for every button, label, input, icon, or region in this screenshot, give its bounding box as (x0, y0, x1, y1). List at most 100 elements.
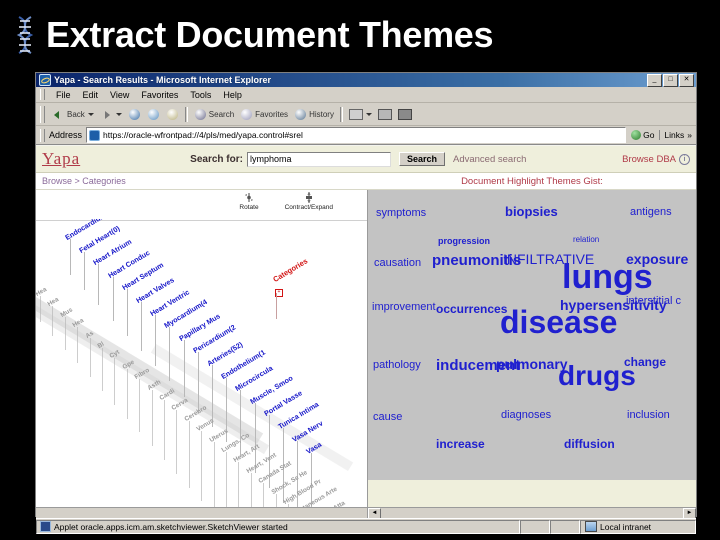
browse-dba-link[interactable]: Browse DBA i (622, 153, 690, 165)
menu-item-favorites[interactable]: Favorites (135, 90, 184, 100)
menu-item-edit[interactable]: Edit (77, 90, 105, 100)
browser-toolbar: Back Search Favorites History (36, 103, 696, 126)
favorites-button[interactable]: Favorites (237, 107, 291, 122)
scroll-left-button[interactable]: ◄ (368, 508, 381, 518)
theme-word[interactable]: improvement (372, 302, 436, 313)
applet-toolbar: Rotate Contract/Expand (36, 190, 367, 221)
theme-word[interactable]: lungs (562, 260, 653, 294)
close-button[interactable]: ✕ (679, 73, 694, 87)
theme-word[interactable]: symptoms (376, 208, 426, 219)
security-zone: Local intranet (580, 519, 696, 534)
mail-button[interactable] (346, 106, 375, 123)
theme-word[interactable]: disease (500, 306, 617, 338)
print-button[interactable] (375, 106, 395, 123)
network-zone-icon (585, 521, 597, 532)
yapa-logo[interactable]: Yapa (42, 149, 80, 169)
menu-grip[interactable] (40, 89, 45, 100)
scroll-right-button[interactable]: ► (683, 508, 696, 518)
search-icon (194, 108, 206, 120)
yapa-header: Yapa Search for: lymphoma Search Advance… (36, 146, 696, 173)
sketch-node-stick (102, 348, 103, 391)
sketch-node-stick (155, 314, 157, 367)
minimize-button[interactable]: _ (647, 73, 662, 87)
theme-word[interactable]: cause (373, 412, 402, 423)
sketch-canvas[interactable]: Endocardium Fetal Heart(0) Heart Atrium Hea… (36, 219, 367, 518)
refresh-button[interactable] (144, 107, 163, 122)
window-title: Yapa - Search Results - Microsoft Intern… (54, 75, 272, 85)
sketch-node-stick (169, 327, 171, 382)
mail-icon (348, 108, 363, 120)
sketch-viewer-applet[interactable]: Rotate Contract/Expand Endocardium Fetal… (36, 190, 368, 518)
menu-item-file[interactable]: File (50, 90, 77, 100)
search-button[interactable]: Search (398, 152, 445, 166)
theme-word[interactable]: change (624, 356, 666, 368)
history-button[interactable]: History (291, 107, 337, 122)
sketch-node-stick (64, 316, 66, 350)
theme-word[interactable]: diffusion (564, 438, 615, 450)
sketch-node-stick (188, 420, 190, 488)
menu-item-view[interactable]: View (104, 90, 135, 100)
theme-word[interactable]: interstitial c (626, 296, 681, 307)
themes-gist-pane[interactable]: symptoms biopsies antigens progression relat… (368, 190, 696, 518)
links-button[interactable]: Links » (659, 130, 696, 140)
chevron-down-icon[interactable] (115, 112, 122, 116)
addressbar-grip[interactable] (40, 128, 45, 142)
security-zone-label: Local intranet (600, 521, 652, 532)
contract-expand-button[interactable]: Contract/Expand (285, 192, 333, 211)
rotate-label: Rotate (239, 204, 259, 211)
restore-button[interactable]: □ (663, 73, 678, 87)
address-input[interactable]: https://oracle-wfrontpad://4/pls/med/yap… (86, 127, 627, 143)
theme-word[interactable]: increase (436, 438, 485, 450)
sketch-node-stick (183, 339, 185, 397)
search-toolbar-label: Search (208, 109, 235, 119)
chevron-down-icon[interactable] (365, 112, 372, 116)
categories-marker-label[interactable]: Categories (271, 256, 309, 284)
sketch-node-stick (164, 400, 165, 460)
left-pane-hscrollbar[interactable] (36, 507, 367, 518)
sketch-node-label[interactable]: Hea (36, 286, 48, 298)
search-toolbar-button[interactable]: Search (191, 107, 237, 122)
theme-word[interactable]: diagnoses (501, 410, 551, 421)
home-button[interactable] (163, 107, 182, 122)
sketch-node-stick (40, 296, 41, 322)
go-button[interactable]: Go (626, 130, 659, 140)
theme-word[interactable]: biopsies (505, 205, 558, 218)
home-icon (166, 108, 178, 120)
theme-word[interactable]: pulmonary (496, 357, 568, 371)
sketch-node-stick (141, 302, 142, 351)
advanced-search-link[interactable]: Advanced search (453, 154, 526, 165)
links-chevron-icon: » (687, 130, 692, 140)
theme-word[interactable]: relation (573, 236, 599, 244)
go-arrow-icon (631, 130, 642, 140)
stop-button[interactable] (125, 107, 144, 122)
back-arrow-icon (52, 108, 65, 121)
menu-item-help[interactable]: Help (217, 90, 248, 100)
search-input[interactable]: lymphoma (246, 151, 391, 167)
theme-word[interactable]: inclusion (627, 410, 670, 421)
theme-cloud[interactable]: symptoms biopsies antigens progression relat… (368, 190, 696, 498)
internet-explorer-icon (39, 74, 51, 86)
toolbar-grip[interactable] (40, 105, 45, 123)
theme-word[interactable]: causation (374, 258, 421, 269)
theme-word[interactable]: occurrences (436, 303, 507, 315)
edit-button[interactable] (395, 106, 415, 123)
back-button[interactable]: Back (49, 107, 97, 122)
window-controls[interactable]: _ □ ✕ (647, 73, 694, 87)
chevron-down-icon[interactable] (87, 112, 94, 116)
breadcrumb[interactable]: Browse > Categories (36, 176, 368, 186)
sketch-node-label[interactable]: Hea (47, 296, 61, 308)
theme-word[interactable]: antigens (630, 207, 672, 218)
theme-word[interactable]: progression (438, 237, 490, 246)
go-label: Go (643, 130, 655, 140)
forward-arrow-icon (100, 108, 113, 121)
page-icon (89, 129, 101, 141)
info-icon[interactable]: i (679, 153, 690, 165)
menu-item-tools[interactable]: Tools (184, 90, 217, 100)
themes-hscrollbar[interactable]: ◄ ► (368, 507, 696, 518)
sketch-node-stick (114, 358, 116, 405)
sketch-node-stick (126, 368, 128, 419)
forward-button[interactable] (97, 107, 125, 122)
theme-word[interactable]: pathology (373, 360, 421, 371)
rotate-button[interactable]: Rotate (239, 192, 259, 211)
sketch-node-label[interactable]: Mus (59, 306, 74, 319)
